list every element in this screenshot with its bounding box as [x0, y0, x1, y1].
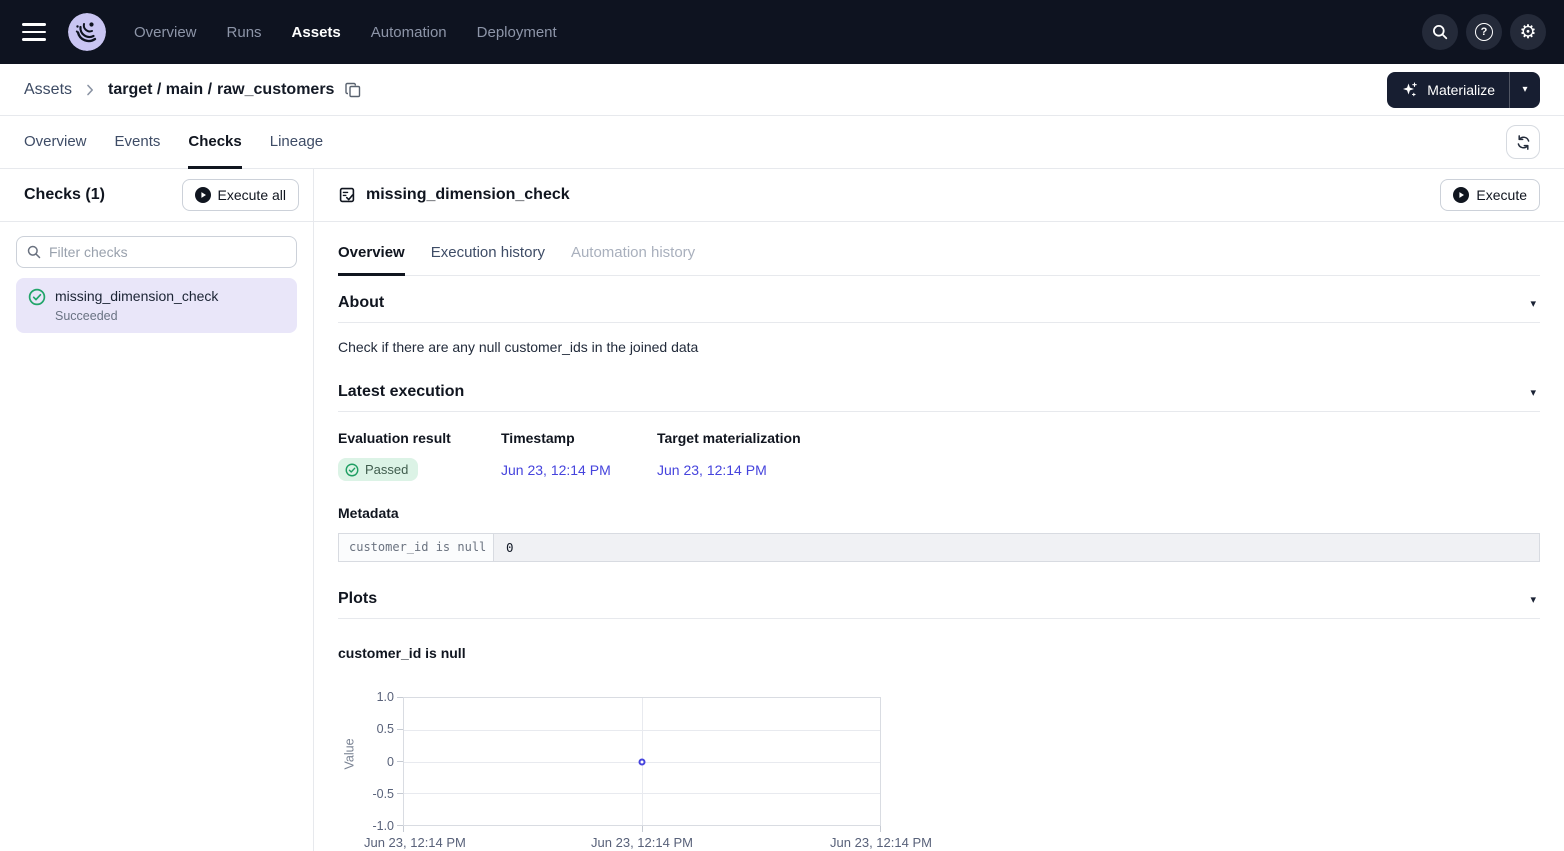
- nav-item-deployment[interactable]: Deployment: [477, 24, 557, 41]
- check-detail-header: missing_dimension_check Execute: [314, 169, 1564, 222]
- search-icon: [1431, 23, 1449, 41]
- about-section-header: About ▾: [338, 294, 1540, 323]
- tab-check-overview[interactable]: Overview: [338, 232, 405, 275]
- filter-checks-box: [16, 236, 297, 268]
- y-tick: -0.5: [372, 787, 394, 801]
- top-nav-bar: Overview Runs Assets Automation Deployme…: [0, 0, 1564, 64]
- nav-item-assets[interactable]: Assets: [292, 24, 341, 41]
- about-heading: About: [338, 294, 384, 312]
- y-tick: 0.5: [377, 722, 394, 736]
- asset-check-icon: [338, 186, 356, 204]
- checks-sidebar-header: Checks (1) Execute all: [0, 169, 313, 222]
- chevron-down-icon: ▾: [1522, 84, 1527, 95]
- tab-overview[interactable]: Overview: [24, 116, 87, 168]
- plot-title: customer_id is null: [338, 645, 1540, 661]
- x-tick: Jun 23, 12:14 PM: [830, 835, 932, 850]
- nav-item-overview[interactable]: Overview: [134, 24, 197, 41]
- plots-section-header: Plots ▾: [338, 590, 1540, 619]
- breadcrumb-row: Assets target / main / raw_customers Mat…: [0, 64, 1564, 116]
- primary-nav: Overview Runs Assets Automation Deployme…: [134, 24, 557, 41]
- tab-checks[interactable]: Checks: [188, 116, 241, 168]
- check-status: Succeeded: [55, 309, 285, 323]
- metadata-table: customer_id is null 0: [338, 533, 1540, 562]
- collapse-caret-icon[interactable]: ▾: [1526, 297, 1540, 310]
- latest-execution-table: Evaluation result Timestamp Target mater…: [338, 430, 1540, 481]
- breadcrumb-assets-link[interactable]: Assets: [24, 81, 72, 99]
- check-detail-content: Overview Execution history Automation hi…: [314, 222, 1564, 851]
- chevron-right-icon: [82, 82, 98, 98]
- data-point[interactable]: [639, 758, 646, 765]
- refresh-button[interactable]: [1506, 125, 1540, 159]
- metadata-plot: Value 1.0 0.5 0 -0.5 -1.0: [338, 697, 1540, 851]
- collapse-caret-icon[interactable]: ▾: [1526, 593, 1540, 606]
- settings-button[interactable]: ⚙: [1510, 14, 1546, 50]
- check-success-icon: [345, 463, 359, 477]
- column-evaluation-result: Evaluation result: [338, 430, 501, 446]
- x-tick: Jun 23, 12:14 PM: [591, 835, 693, 850]
- materialize-dropdown-button[interactable]: ▾: [1510, 72, 1540, 108]
- nav-item-runs[interactable]: Runs: [227, 24, 262, 41]
- top-nav-actions: ? ⚙: [1422, 14, 1546, 50]
- target-materialization-link[interactable]: Jun 23, 12:14 PM: [657, 462, 1540, 478]
- hamburger-menu-icon[interactable]: [14, 12, 54, 52]
- tab-execution-history[interactable]: Execution history: [431, 232, 545, 275]
- search-button[interactable]: [1422, 14, 1458, 50]
- check-detail-panel: missing_dimension_check Execute Overview…: [314, 169, 1564, 851]
- execute-button[interactable]: Execute: [1440, 179, 1540, 211]
- check-name: missing_dimension_check: [55, 287, 285, 305]
- help-button[interactable]: ?: [1466, 14, 1502, 50]
- y-tick: 0: [387, 755, 394, 769]
- copy-asset-key-button[interactable]: [344, 81, 362, 99]
- breadcrumb-asset-name: raw_customers: [217, 81, 334, 99]
- checks-sidebar: Checks (1) Execute all: [0, 169, 314, 851]
- x-tick: Jun 23, 12:14 PM: [364, 835, 466, 850]
- materialize-button[interactable]: Materialize: [1387, 72, 1509, 108]
- dagster-asset-checks-page: Overview Runs Assets Automation Deployme…: [0, 0, 1564, 851]
- copy-icon: [344, 81, 362, 99]
- metadata-value: 0: [494, 534, 1539, 561]
- execute-all-button[interactable]: Execute all: [182, 179, 299, 211]
- y-axis-ticks: 1.0 0.5 0 -0.5 -1.0: [338, 697, 394, 826]
- tab-events[interactable]: Events: [115, 116, 161, 168]
- breadcrumb-asset-path[interactable]: target / main /: [108, 81, 212, 99]
- play-icon: [195, 187, 211, 203]
- latest-execution-heading: Latest execution: [338, 383, 464, 401]
- tab-lineage[interactable]: Lineage: [270, 116, 323, 168]
- collapse-caret-icon[interactable]: ▾: [1526, 386, 1540, 399]
- x-axis-ticks: Jun 23, 12:14 PM Jun 23, 12:14 PM Jun 23…: [403, 835, 881, 851]
- filter-checks-input[interactable]: [16, 236, 297, 268]
- search-icon: [26, 244, 42, 260]
- check-list-item[interactable]: missing_dimension_check Succeeded: [16, 278, 297, 333]
- y-tick: 1.0: [377, 690, 394, 704]
- asset-tabs: Overview Events Checks Lineage: [0, 116, 1564, 169]
- plot-area: [403, 697, 881, 826]
- metadata-heading: Metadata: [338, 505, 1540, 521]
- y-tick: -1.0: [372, 819, 394, 833]
- materialize-split-button: Materialize ▾: [1387, 72, 1540, 108]
- gear-icon: ⚙: [1519, 23, 1536, 42]
- materialize-label: Materialize: [1427, 82, 1495, 98]
- play-icon: [1453, 187, 1469, 203]
- checks-count-title: Checks (1): [24, 186, 105, 204]
- latest-execution-section-header: Latest execution ▾: [338, 383, 1540, 412]
- content-body: Checks (1) Execute all: [0, 169, 1564, 851]
- help-icon: ?: [1475, 23, 1493, 41]
- column-target-materialization: Target materialization: [657, 430, 1540, 446]
- plots-heading: Plots: [338, 590, 377, 608]
- tab-automation-history: Automation history: [571, 232, 695, 275]
- check-detail-title: missing_dimension_check: [366, 186, 570, 204]
- column-timestamp: Timestamp: [501, 430, 657, 446]
- nav-item-automation[interactable]: Automation: [371, 24, 447, 41]
- refresh-icon: [1515, 134, 1532, 151]
- sparkle-icon: [1401, 81, 1418, 98]
- status-badge: Passed: [338, 458, 418, 481]
- dagster-logo-icon[interactable]: [68, 13, 106, 51]
- timestamp-link[interactable]: Jun 23, 12:14 PM: [501, 462, 657, 478]
- metadata-key: customer_id is null: [339, 534, 494, 561]
- check-detail-tabs: Overview Execution history Automation hi…: [338, 222, 1540, 276]
- checks-list-container: missing_dimension_check Succeeded: [0, 222, 313, 347]
- check-success-icon: [28, 288, 46, 306]
- check-description: Check if there are any null customer_ids…: [338, 339, 1540, 355]
